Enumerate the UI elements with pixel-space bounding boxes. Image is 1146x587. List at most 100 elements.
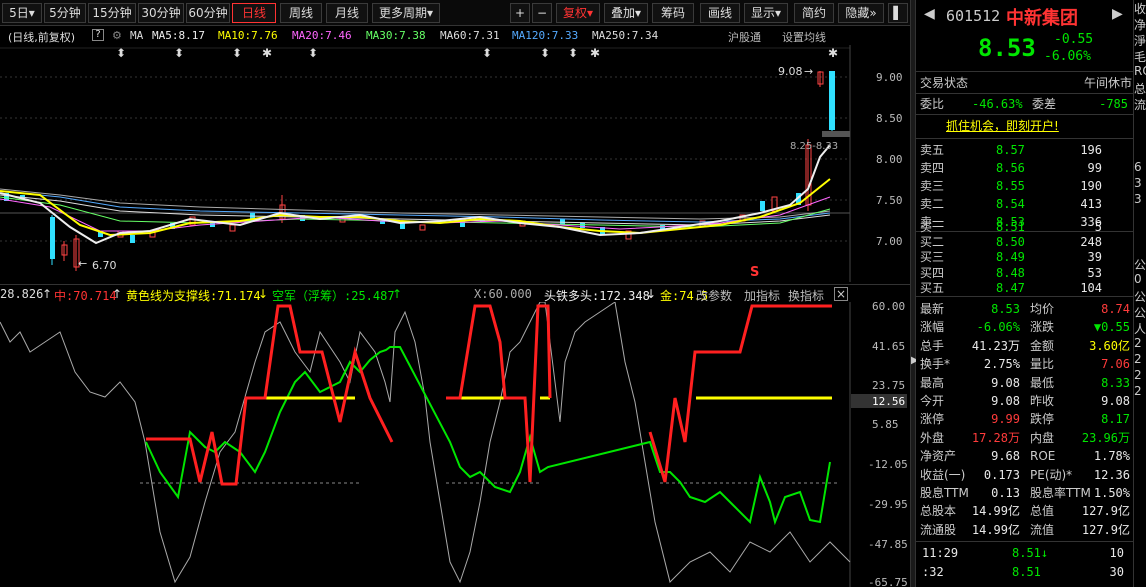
- yincang-button[interactable]: 隐藏»: [838, 3, 884, 23]
- prev-stock-icon[interactable]: ◀: [924, 6, 935, 22]
- zoom-in-button[interactable]: +: [510, 3, 530, 23]
- period-weekly[interactable]: 周线: [280, 3, 322, 23]
- stat-value: 23.96万: [1081, 430, 1130, 445]
- stat-value: ▼0.55: [1093, 320, 1130, 335]
- stat-label: 内盘: [1030, 430, 1055, 445]
- stat-label: 流值: [1030, 522, 1055, 537]
- ask-row[interactable]: 卖四 8.56 99: [920, 159, 1132, 177]
- stat-row: 股息TTM 0.13 股息率TTM 1.50%: [920, 484, 1132, 502]
- stat-row: 总股本 14.99亿 总值 127.9亿: [920, 502, 1132, 520]
- ask-row[interactable]: 卖五 8.57 196: [920, 141, 1132, 159]
- panel-toggle-icon[interactable]: ▌: [888, 3, 908, 23]
- stat-row: 最高 9.08 最低 8.33: [920, 374, 1132, 392]
- stat-value: 8.53: [991, 302, 1020, 316]
- jianyue-button[interactable]: 简约: [794, 3, 834, 23]
- divider: [916, 138, 1134, 139]
- ask-label: 卖五: [920, 143, 945, 157]
- bid-volume: 104: [1080, 280, 1102, 295]
- tick-row: :32 8.51 30: [920, 563, 1132, 581]
- stat-value: 8.33: [1101, 375, 1130, 390]
- gear-icon[interactable]: ⚙: [112, 29, 122, 42]
- hugutong-link[interactable]: 沪股通: [728, 29, 761, 45]
- stat-label: 最高: [920, 375, 945, 390]
- xianshi-dropdown[interactable]: 显示▾: [744, 3, 788, 23]
- divider: [916, 93, 1134, 94]
- huaxian-button[interactable]: 画线: [700, 3, 740, 23]
- ask-label: 卖三: [920, 179, 945, 193]
- ask-row[interactable]: 卖二 8.54 413: [920, 195, 1132, 213]
- stat-label: 总值: [1030, 504, 1055, 519]
- tick-time: 11:29: [922, 546, 959, 560]
- bid-price: 8.51: [996, 220, 1025, 234]
- trade-status-row: 交易状态 午间休市: [920, 74, 1132, 92]
- promo-banner[interactable]: 抓住机会，即刻开户!: [916, 117, 1134, 135]
- stat-label: 最新: [920, 302, 945, 316]
- edge-char: 0: [1134, 272, 1142, 286]
- price-change-pct: -6.06%: [1044, 49, 1091, 64]
- price-change: -0.55: [1054, 32, 1094, 47]
- period-more[interactable]: 更多周期▾: [372, 3, 440, 23]
- stat-row: 涨幅 -6.06% 涨跌 ▼0.55: [920, 318, 1132, 336]
- period-monthly[interactable]: 月线: [326, 3, 368, 23]
- ind-y-tick: -29.95: [868, 498, 908, 511]
- stat-value: 127.9亿: [1081, 504, 1130, 519]
- weicha-label: 委差: [1032, 97, 1057, 111]
- stat-value: 7.06: [1101, 357, 1130, 372]
- down-arrow-icon: ↓: [258, 287, 269, 301]
- ind-y-tick: 60.00: [872, 302, 905, 313]
- stat-value: 9.68: [991, 449, 1020, 464]
- period-30min[interactable]: 30分钟: [138, 3, 184, 23]
- stat-row: 净资产 9.68 ROE 1.78%: [920, 447, 1132, 465]
- diejia-dropdown[interactable]: 叠加▾: [604, 3, 648, 23]
- help-icon[interactable]: ?: [92, 29, 104, 41]
- edge-char: 公: [1134, 290, 1146, 304]
- bid-row[interactable]: 买四 8.48 53: [920, 266, 1132, 281]
- stat-row: 涨停 9.99 跌停 8.17: [920, 410, 1132, 428]
- period-label: (日线,前复权): [8, 31, 76, 44]
- promo-link[interactable]: 抓住机会，即刻开户!: [946, 117, 1059, 135]
- low-arrow-icon: ←: [78, 257, 87, 270]
- zoom-out-button[interactable]: −: [532, 3, 552, 23]
- stat-label: 涨停: [920, 412, 945, 427]
- bid-label: 买二: [920, 235, 945, 250]
- ma250-line: [0, 188, 831, 220]
- ind-y-tick: 23.75: [872, 379, 905, 392]
- period-5min[interactable]: 5分钟: [44, 3, 86, 23]
- ask-volume: 196: [1080, 143, 1102, 157]
- set-ma-button[interactable]: 设置均线: [782, 29, 826, 45]
- stat-value: 9.08: [991, 394, 1020, 408]
- tick-price: 8.51↓: [1012, 546, 1049, 560]
- period-5day[interactable]: 5日▾: [2, 3, 42, 23]
- period-daily[interactable]: 日线: [232, 3, 276, 23]
- stat-label: ROE: [1030, 449, 1056, 464]
- edge-char: 3: [1134, 176, 1142, 190]
- stat-value: 9.08: [991, 375, 1020, 390]
- edge-char: RO: [1134, 64, 1146, 78]
- close-icon[interactable]: ×: [834, 287, 848, 301]
- gray-line: [0, 302, 851, 584]
- edge-char: 2: [1134, 336, 1142, 350]
- ask-row[interactable]: 卖三 8.55 190: [920, 177, 1132, 195]
- chouma-button[interactable]: 筹码: [652, 3, 694, 23]
- ask-volume: 99: [1087, 161, 1102, 175]
- bid-row[interactable]: 买五 8.47 104: [920, 281, 1132, 296]
- trade-status-label: 交易状态: [920, 76, 969, 90]
- stat-row: 最新 8.53 均价 8.74: [920, 300, 1132, 318]
- ind-y-tick: -47.85: [868, 538, 908, 551]
- next-stock-icon[interactable]: ▶: [1112, 6, 1123, 22]
- edge-char: [1134, 240, 1146, 256]
- ma5-line: [0, 144, 831, 245]
- tick-volume: 30: [1109, 565, 1124, 579]
- indicator-chart[interactable]: 60.00 41.65 23.75 5.85 -12.05 -29.95 -47…: [0, 302, 910, 587]
- tick-row: 11:29 8.51↓ 10: [920, 544, 1132, 562]
- bid-row[interactable]: 买二 8.50 248: [920, 235, 1132, 250]
- bid-row[interactable]: 买一 8.51 5: [920, 220, 1132, 235]
- ind-y-tick: -65.75: [868, 576, 908, 587]
- candlestick-chart[interactable]: ⬍ ⬍ ⬍ ✱ ⬍ ⬍ ⬍ ⬍ ✱ ✱ 9.00 8.50 8.00 7.50 …: [0, 45, 910, 282]
- bid-row[interactable]: 买三 8.49 39: [920, 250, 1132, 265]
- period-60min[interactable]: 60分钟: [186, 3, 230, 23]
- edge-char: [1134, 224, 1146, 240]
- stat-value: 2.75%: [983, 357, 1020, 372]
- fuquan-dropdown[interactable]: 复权▾: [556, 3, 600, 23]
- period-15min[interactable]: 15分钟: [88, 3, 136, 23]
